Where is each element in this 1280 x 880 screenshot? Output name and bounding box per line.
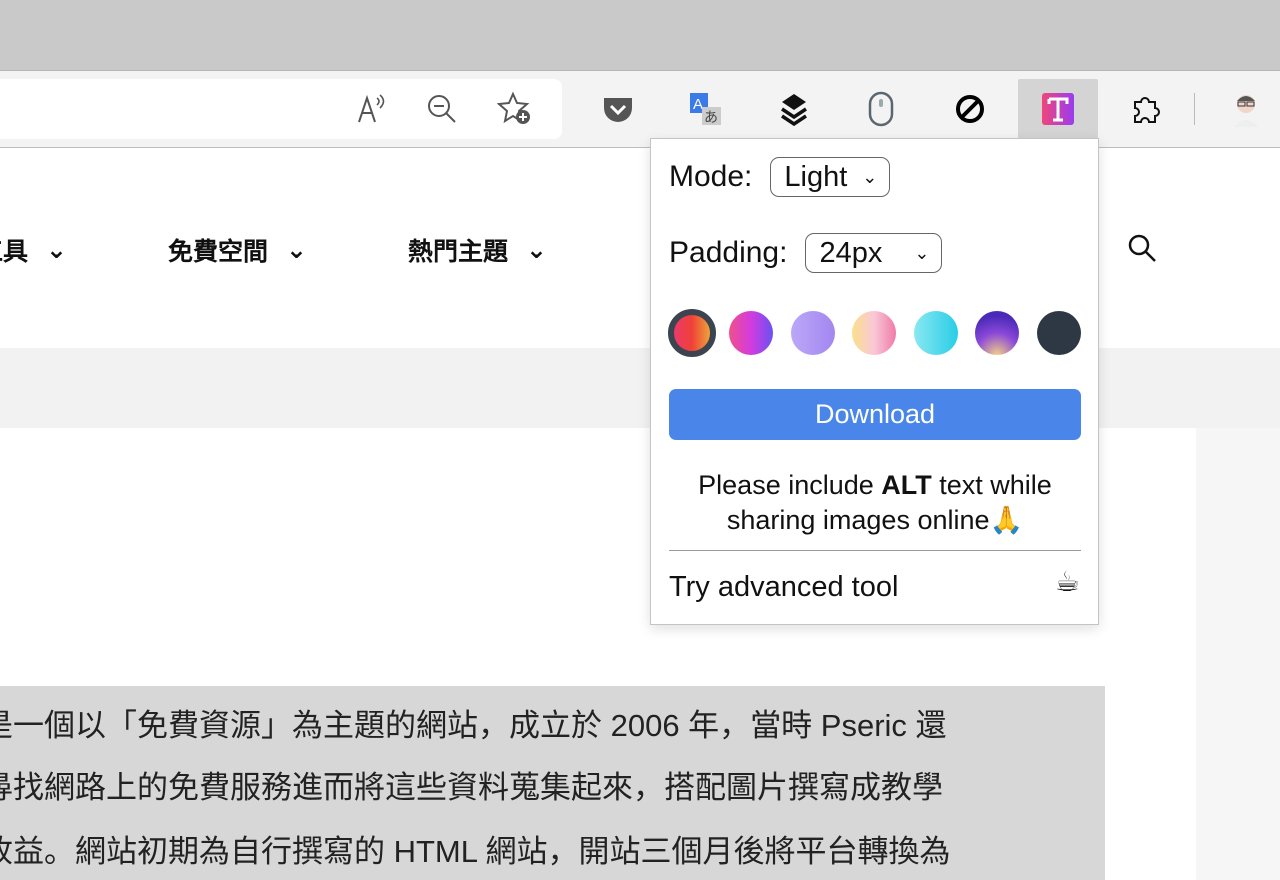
extension-popup: Mode: Light ⌄ Padding: 24px ⌄ Download Ple… bbox=[650, 138, 1099, 625]
nav-item-free-hosting[interactable]: 免費空間 ⌄ bbox=[168, 232, 307, 268]
note-text: sharing images online🙏 bbox=[726, 505, 1024, 535]
note-bold: ALT bbox=[881, 470, 932, 500]
swatch-pink-purple[interactable] bbox=[729, 311, 773, 355]
chevron-down-icon: ⌄ bbox=[46, 236, 67, 264]
mode-select[interactable]: Light ⌄ bbox=[770, 157, 891, 197]
mode-value: Light bbox=[784, 160, 848, 193]
pocket-icon[interactable] bbox=[598, 89, 638, 129]
mode-row: Mode: Light ⌄ bbox=[669, 157, 891, 197]
translate-icon[interactable]: Aあ bbox=[685, 89, 725, 129]
add-favorite-icon[interactable] bbox=[495, 89, 535, 129]
browser-toolbar: Aあ bbox=[0, 70, 1280, 148]
profile-avatar[interactable] bbox=[1226, 89, 1266, 129]
swatch-cyan[interactable] bbox=[914, 311, 958, 355]
text-t-extension-icon[interactable] bbox=[1018, 79, 1098, 139]
note-text: Please include bbox=[698, 470, 882, 500]
extensions-puzzle-icon[interactable] bbox=[1126, 89, 1166, 129]
layers-icon[interactable] bbox=[774, 89, 814, 129]
chevron-down-icon: ⌄ bbox=[526, 236, 547, 264]
address-bar[interactable] bbox=[0, 79, 562, 139]
read-aloud-icon[interactable] bbox=[352, 89, 392, 129]
article-line: 是一個以「免費資源」為主題的網站，成立於 2006 年，當時 Pseric 還 bbox=[0, 708, 947, 743]
article-line: 尋找網路上的免費服務進而將這些資料蒐集起來，搭配圖片撰寫成教學 bbox=[0, 770, 943, 805]
chevron-down-icon: ⌄ bbox=[914, 242, 930, 263]
coffee-icon[interactable]: ☕ bbox=[1055, 565, 1080, 598]
padding-value: 24px bbox=[819, 236, 883, 269]
swatch-indigo-glow[interactable] bbox=[975, 311, 1019, 355]
zoom-out-icon[interactable] bbox=[422, 89, 462, 129]
article-paragraph-selected: 是一個以「免費資源」為主題的網站，成立於 2006 年，當時 Pseric 還 … bbox=[0, 686, 1105, 880]
nav-label: 工具 bbox=[0, 238, 29, 266]
svg-text:A: A bbox=[693, 96, 703, 113]
swatch-lavender[interactable] bbox=[791, 311, 835, 355]
search-icon[interactable] bbox=[1126, 232, 1158, 269]
padding-select[interactable]: 24px ⌄ bbox=[805, 233, 943, 273]
nav-label: 免費空間 bbox=[168, 238, 269, 266]
divider bbox=[669, 550, 1081, 551]
mode-label: Mode: bbox=[669, 160, 753, 193]
swatch-red-orange-selected[interactable] bbox=[668, 309, 716, 357]
chevron-down-icon: ⌄ bbox=[286, 236, 307, 264]
download-button[interactable]: Download bbox=[669, 389, 1081, 440]
svg-text:あ: あ bbox=[704, 110, 718, 126]
alt-text-note: Please include ALT text while sharing im… bbox=[669, 468, 1081, 538]
nav-label: 熱門主題 bbox=[408, 238, 509, 266]
padding-row: Padding: 24px ⌄ bbox=[669, 233, 943, 273]
article-line: 收益。網站初期為自行撰寫的 HTML 網站，開站三個月後將平台轉換為 bbox=[0, 834, 951, 869]
page-sidebar-gutter bbox=[1196, 428, 1280, 880]
block-icon[interactable] bbox=[950, 89, 990, 129]
nav-item-tools[interactable]: 工具 ⌄ bbox=[0, 232, 67, 268]
toolbar-divider bbox=[1194, 93, 1195, 125]
swatch-peach-pink[interactable] bbox=[852, 311, 896, 355]
advanced-tool-link[interactable]: Try advanced tool bbox=[669, 571, 898, 604]
window-title-bar bbox=[0, 0, 1280, 70]
note-text: text while bbox=[931, 470, 1052, 500]
swatch-dark-slate[interactable] bbox=[1037, 311, 1081, 355]
padding-label: Padding: bbox=[669, 236, 788, 269]
nav-item-hot-topics[interactable]: 熱門主題 ⌄ bbox=[408, 232, 547, 268]
chevron-down-icon: ⌄ bbox=[862, 166, 878, 187]
mouse-icon[interactable] bbox=[861, 89, 901, 129]
